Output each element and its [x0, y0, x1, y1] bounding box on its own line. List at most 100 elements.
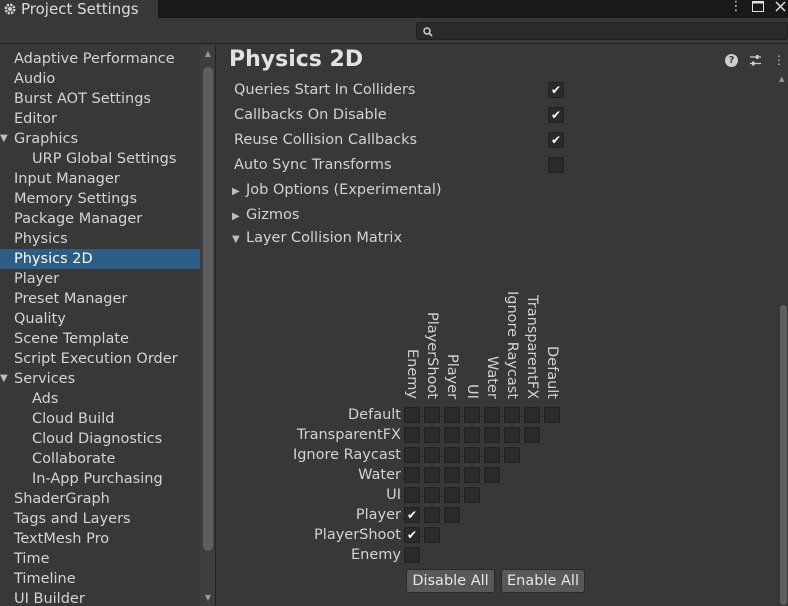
scroll-up-icon[interactable]: ▲ — [779, 75, 784, 83]
matrix-row-label-transparentfx: TransparentFX — [296, 427, 401, 443]
sidebar-item-physics[interactable]: Physics — [0, 229, 200, 249]
matrix-col-label-transparentfx: TransparentFX — [524, 295, 540, 400]
queries-start-in-colliders-checkbox[interactable]: ✔ — [548, 82, 564, 98]
sidebar-item-player[interactable]: Player — [0, 269, 200, 289]
matrix-cell-transparentfx-enemy[interactable] — [404, 427, 420, 443]
sidebar-item-shadergraph[interactable]: ShaderGraph — [0, 489, 200, 509]
matrix-cell-player-player[interactable] — [444, 507, 460, 523]
sidebar-item-label: Tags and Layers — [14, 511, 131, 527]
matrix-cell-default-enemy[interactable] — [404, 407, 420, 423]
more-icon[interactable]: ⋮ — [772, 53, 786, 67]
matrix-cell-playershoot-enemy[interactable]: ✔ — [404, 527, 420, 543]
sidebar-item-time[interactable]: Time — [0, 549, 200, 569]
sidebar-item-memory-settings[interactable]: Memory Settings — [0, 189, 200, 209]
scrollbar-thumb[interactable] — [203, 67, 213, 551]
matrix-cell-default-player[interactable] — [444, 407, 460, 423]
matrix-cell-water-water[interactable] — [484, 467, 500, 483]
foldout-job-options-experimental[interactable]: ▶ Job Options (Experimental) — [232, 180, 442, 202]
matrix-cell-water-player[interactable] — [444, 467, 460, 483]
matrix-cell-ui-ui[interactable] — [464, 487, 480, 503]
reuse-collision-callbacks-checkbox[interactable]: ✔ — [548, 132, 564, 148]
sidebar-item-scene-template[interactable]: Scene Template — [0, 329, 200, 349]
matrix-cell-ignore-raycast-player[interactable] — [444, 447, 460, 463]
sidebar-item-label: Memory Settings — [14, 191, 138, 207]
auto-sync-transforms-checkbox[interactable] — [548, 157, 564, 173]
sidebar-item-tags-and-layers[interactable]: Tags and Layers — [0, 509, 200, 529]
sidebar-item-script-execution-order[interactable]: Script Execution Order — [0, 349, 200, 369]
sidebar-item-ads[interactable]: Ads — [0, 389, 200, 409]
matrix-cell-ui-enemy[interactable] — [404, 487, 420, 503]
matrix-cell-ui-playershoot[interactable] — [424, 487, 440, 503]
matrix-col-label-water: Water — [484, 356, 500, 399]
foldout-layer-collision-matrix[interactable]: ▼ Layer Collision Matrix — [232, 228, 402, 250]
sidebar-item-package-manager[interactable]: Package Manager — [0, 209, 200, 229]
matrix-cell-transparentfx-ignore-raycast[interactable] — [504, 427, 520, 443]
close-icon[interactable] — [772, 0, 788, 14]
matrix-cell-default-transparentfx[interactable] — [524, 407, 540, 423]
sidebar-item-adaptive-performance[interactable]: Adaptive Performance — [0, 49, 200, 69]
matrix-cell-ignore-raycast-ui[interactable] — [464, 447, 480, 463]
sidebar-item-label: Physics 2D — [14, 251, 93, 267]
foldout-expanded-icon[interactable]: ▼ — [232, 230, 246, 250]
sidebar-item-audio[interactable]: Audio — [0, 69, 200, 89]
matrix-cell-playershoot-playershoot[interactable] — [424, 527, 440, 543]
foldout-gizmos[interactable]: ▶ Gizmos — [232, 205, 299, 227]
matrix-cell-player-enemy[interactable]: ✔ — [404, 507, 420, 523]
matrix-cell-ignore-raycast-ignore-raycast[interactable] — [504, 447, 520, 463]
scroll-up-icon[interactable]: ▲ — [203, 49, 213, 58]
matrix-cell-transparentfx-player[interactable] — [444, 427, 460, 443]
preset-icon[interactable] — [748, 53, 762, 67]
sidebar-item-cloud-diagnostics[interactable]: Cloud Diagnostics — [0, 429, 200, 449]
sidebar-item-ui-builder[interactable]: UI Builder — [0, 589, 200, 606]
sidebar-item-in-app-purchasing[interactable]: In-App Purchasing — [0, 469, 200, 489]
matrix-cell-default-default[interactable] — [544, 407, 560, 423]
sidebar-item-urp-global-settings[interactable]: URP Global Settings — [0, 149, 200, 169]
scroll-down-icon[interactable]: ▼ — [203, 593, 213, 602]
sidebar-item-quality[interactable]: Quality — [0, 309, 200, 329]
expand-arrow-icon[interactable]: ▼ — [0, 369, 12, 389]
sidebar-scrollbar[interactable]: ▲ ▼ — [200, 45, 215, 606]
content-scrollbar[interactable]: ▲ — [778, 75, 788, 606]
matrix-cell-water-enemy[interactable] — [404, 467, 420, 483]
search-input[interactable] — [416, 22, 788, 40]
sidebar-item-graphics[interactable]: ▼ Graphics — [0, 129, 200, 149]
matrix-cell-ignore-raycast-enemy[interactable] — [404, 447, 420, 463]
matrix-cell-enemy-enemy[interactable] — [404, 547, 420, 563]
matrix-cell-default-water[interactable] — [484, 407, 500, 423]
window-tab[interactable]: Project Settings — [0, 0, 158, 18]
matrix-cell-ui-player[interactable] — [444, 487, 460, 503]
sidebar-item-editor[interactable]: Editor — [0, 109, 200, 129]
foldout-collapsed-icon[interactable]: ▶ — [232, 207, 246, 227]
matrix-cell-default-ui[interactable] — [464, 407, 480, 423]
sidebar-item-timeline[interactable]: Timeline — [0, 569, 200, 589]
sidebar-item-textmesh-pro[interactable]: TextMesh Pro — [0, 529, 200, 549]
matrix-cell-transparentfx-transparentfx[interactable] — [524, 427, 540, 443]
sidebar-item-input-manager[interactable]: Input Manager — [0, 169, 200, 189]
sidebar-item-services[interactable]: ▼ Services — [0, 369, 200, 389]
matrix-cell-ignore-raycast-playershoot[interactable] — [424, 447, 440, 463]
enable-all-button[interactable]: Enable All — [501, 569, 585, 593]
maximize-icon[interactable] — [750, 0, 766, 14]
disable-all-button[interactable]: Disable All — [406, 569, 495, 593]
matrix-cell-transparentfx-ui[interactable] — [464, 427, 480, 443]
scrollbar-thumb[interactable] — [780, 305, 787, 605]
matrix-cell-ignore-raycast-water[interactable] — [484, 447, 500, 463]
sidebar-item-burst-aot-settings[interactable]: Burst AOT Settings — [0, 89, 200, 109]
more-icon[interactable]: ⋮ — [728, 0, 744, 14]
callbacks-on-disable-checkbox[interactable]: ✔ — [548, 107, 564, 123]
matrix-cell-default-ignore-raycast[interactable] — [504, 407, 520, 423]
matrix-cell-transparentfx-water[interactable] — [484, 427, 500, 443]
help-icon[interactable]: ? — [725, 53, 738, 67]
matrix-cell-default-playershoot[interactable] — [424, 407, 440, 423]
sidebar-item-collaborate[interactable]: Collaborate — [0, 449, 200, 469]
matrix-cell-player-playershoot[interactable] — [424, 507, 440, 523]
sidebar-item-cloud-build[interactable]: Cloud Build — [0, 409, 200, 429]
sidebar-item-label: Quality — [14, 311, 66, 327]
foldout-collapsed-icon[interactable]: ▶ — [232, 182, 246, 202]
matrix-cell-transparentfx-playershoot[interactable] — [424, 427, 440, 443]
matrix-cell-water-ui[interactable] — [464, 467, 480, 483]
sidebar-item-physics-2d[interactable]: Physics 2D — [0, 249, 200, 269]
matrix-cell-water-playershoot[interactable] — [424, 467, 440, 483]
sidebar-item-preset-manager[interactable]: Preset Manager — [0, 289, 200, 309]
expand-arrow-icon[interactable]: ▼ — [0, 129, 12, 149]
